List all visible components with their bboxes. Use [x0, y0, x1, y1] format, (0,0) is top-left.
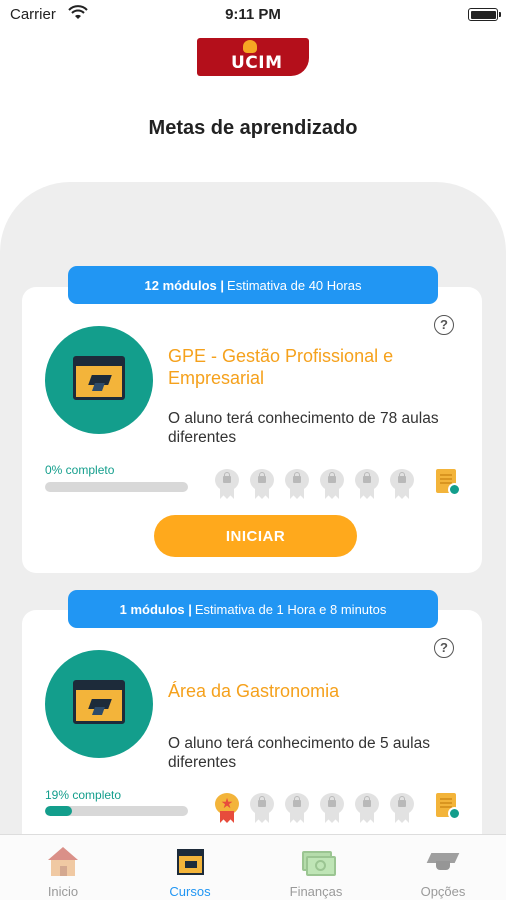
tab-label: Cursos — [169, 884, 211, 899]
locked-medal-icon — [249, 793, 275, 823]
locked-medal-icon — [284, 793, 310, 823]
tab-bar: Inicio Cursos Finanças Opções — [0, 834, 506, 900]
course-icon — [45, 650, 153, 758]
course-title[interactable]: Área da Gastronomia — [168, 680, 458, 702]
course-banner: 1 módulos | Estimativa de 1 Hora e 8 min… — [68, 590, 438, 628]
locked-medal-icon — [319, 793, 345, 823]
tab-financas[interactable]: Finanças — [253, 835, 379, 901]
tab-label: Opções — [420, 884, 466, 899]
tab-cursos[interactable]: Cursos — [127, 835, 253, 901]
progress-bar — [45, 806, 188, 816]
module-count: 1 módulos | — [119, 601, 192, 617]
progress-label: 19% completo — [45, 788, 122, 802]
start-button[interactable]: INICIAR — [154, 515, 357, 557]
course-title[interactable]: GPE - Gestão Profissional e Empresarial — [168, 345, 458, 389]
certificate-icon — [436, 793, 462, 821]
progress-fill — [45, 806, 73, 816]
badge-row: ★ — [214, 793, 415, 823]
locked-medal-icon — [354, 793, 380, 823]
tab-opcoes[interactable]: Opções — [380, 835, 506, 901]
locked-medal-icon — [354, 469, 380, 499]
progress-bar — [45, 482, 188, 492]
course-description: O aluno terá conhecimento de 78 aulas di… — [168, 410, 439, 446]
module-count: 12 módulos | — [144, 277, 225, 293]
clock-time: 9:11 PM — [225, 6, 281, 23]
tab-inicio[interactable]: Inicio — [0, 835, 126, 901]
locked-medal-icon — [284, 469, 310, 499]
help-icon[interactable]: ? — [434, 315, 454, 335]
locked-medal-icon — [389, 793, 415, 823]
money-icon — [300, 847, 336, 877]
certificate-icon — [436, 469, 462, 497]
logo-text: UCIM — [231, 53, 283, 73]
time-estimate: Estimativa de 40 Horas — [227, 277, 362, 293]
battery-icon — [468, 8, 501, 21]
graduation-cap-icon — [426, 847, 460, 877]
home-icon — [47, 847, 79, 877]
locked-medal-icon — [389, 469, 415, 499]
logo-mark-icon — [243, 40, 257, 53]
status-bar: Carrier 9:11 PM — [0, 0, 506, 30]
tab-label: Finanças — [289, 884, 343, 899]
tab-label: Inicio — [47, 884, 79, 899]
course-description: O aluno terá conhecimento de 5 aulas dif… — [168, 735, 430, 771]
courses-icon — [174, 847, 206, 877]
progress-label: 0% completo — [45, 463, 115, 477]
locked-medal-icon — [319, 469, 345, 499]
course-icon — [45, 326, 153, 434]
page-title: Metas de aprendizado — [148, 117, 358, 139]
earned-medal-icon: ★ — [214, 793, 240, 823]
time-estimate: Estimativa de 1 Hora e 8 minutos — [194, 601, 387, 617]
badge-row — [214, 469, 415, 499]
locked-medal-icon — [214, 469, 240, 499]
locked-medal-icon — [249, 469, 275, 499]
course-banner: 12 módulos | Estimativa de 40 Horas — [68, 266, 438, 304]
course-card[interactable]: ? Área da Gastronomia O aluno terá conhe… — [22, 610, 482, 850]
ucim-logo: UCIM — [197, 38, 309, 76]
help-icon[interactable]: ? — [434, 638, 454, 658]
